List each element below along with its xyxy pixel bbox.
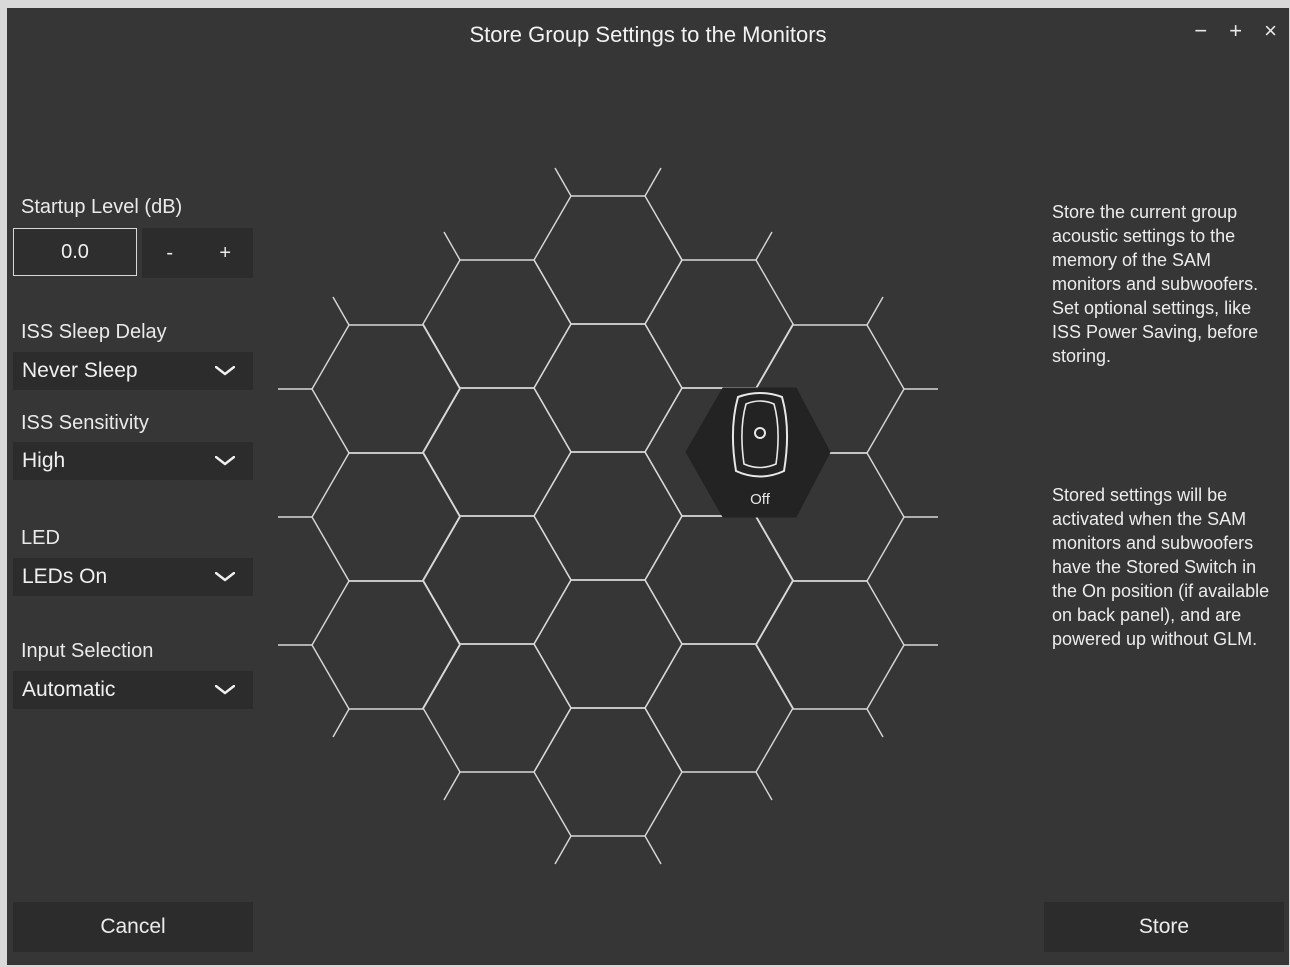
hex-cell[interactable]: [755, 580, 905, 710]
hex-edge-stub: [443, 771, 461, 801]
hex-edge-stub: [644, 167, 662, 197]
hex-cell[interactable]: [422, 515, 572, 645]
hex-cell[interactable]: [311, 452, 461, 582]
hex-edge-stub: [644, 835, 662, 865]
hex-edge-stub: [443, 231, 461, 261]
hex-cell[interactable]: [644, 643, 794, 773]
hex-cell[interactable]: [422, 643, 572, 773]
hex-cell[interactable]: [533, 195, 683, 325]
hex-edge-stub: [755, 771, 773, 801]
hex-edge-stub: [665, 231, 683, 261]
hex-cell[interactable]: [533, 707, 683, 837]
hex-edge-stub: [755, 231, 773, 261]
hex-cell[interactable]: [311, 580, 461, 710]
hex-cell[interactable]: [533, 323, 683, 453]
hex-cell[interactable]: [533, 451, 683, 581]
hex-cell[interactable]: [644, 259, 794, 389]
hex-cell[interactable]: [533, 579, 683, 709]
description-paragraph: Store the current group acoustic setting…: [1052, 202, 1259, 366]
dialog-window: Store Group Settings to the Monitors − +…: [7, 8, 1289, 965]
hex-cell[interactable]: [422, 387, 572, 517]
store-button[interactable]: Store: [1044, 902, 1284, 952]
hex-edge-stub: [554, 167, 572, 197]
hex-edge-stub: [332, 708, 350, 738]
hex-edge-stub: [554, 835, 572, 865]
hex-edge-stub: [866, 296, 884, 326]
hex-cell[interactable]: [311, 324, 461, 454]
hex-edge-stub: [332, 296, 350, 326]
description-paragraph: Stored settings will be activated when t…: [1052, 485, 1270, 649]
cancel-button[interactable]: Cancel: [13, 902, 253, 952]
hex-edge-stub: [866, 708, 884, 738]
monitor-status-label: Off: [750, 491, 771, 508]
hex-cell[interactable]: [422, 259, 572, 389]
hex-cell[interactable]: [644, 515, 794, 645]
